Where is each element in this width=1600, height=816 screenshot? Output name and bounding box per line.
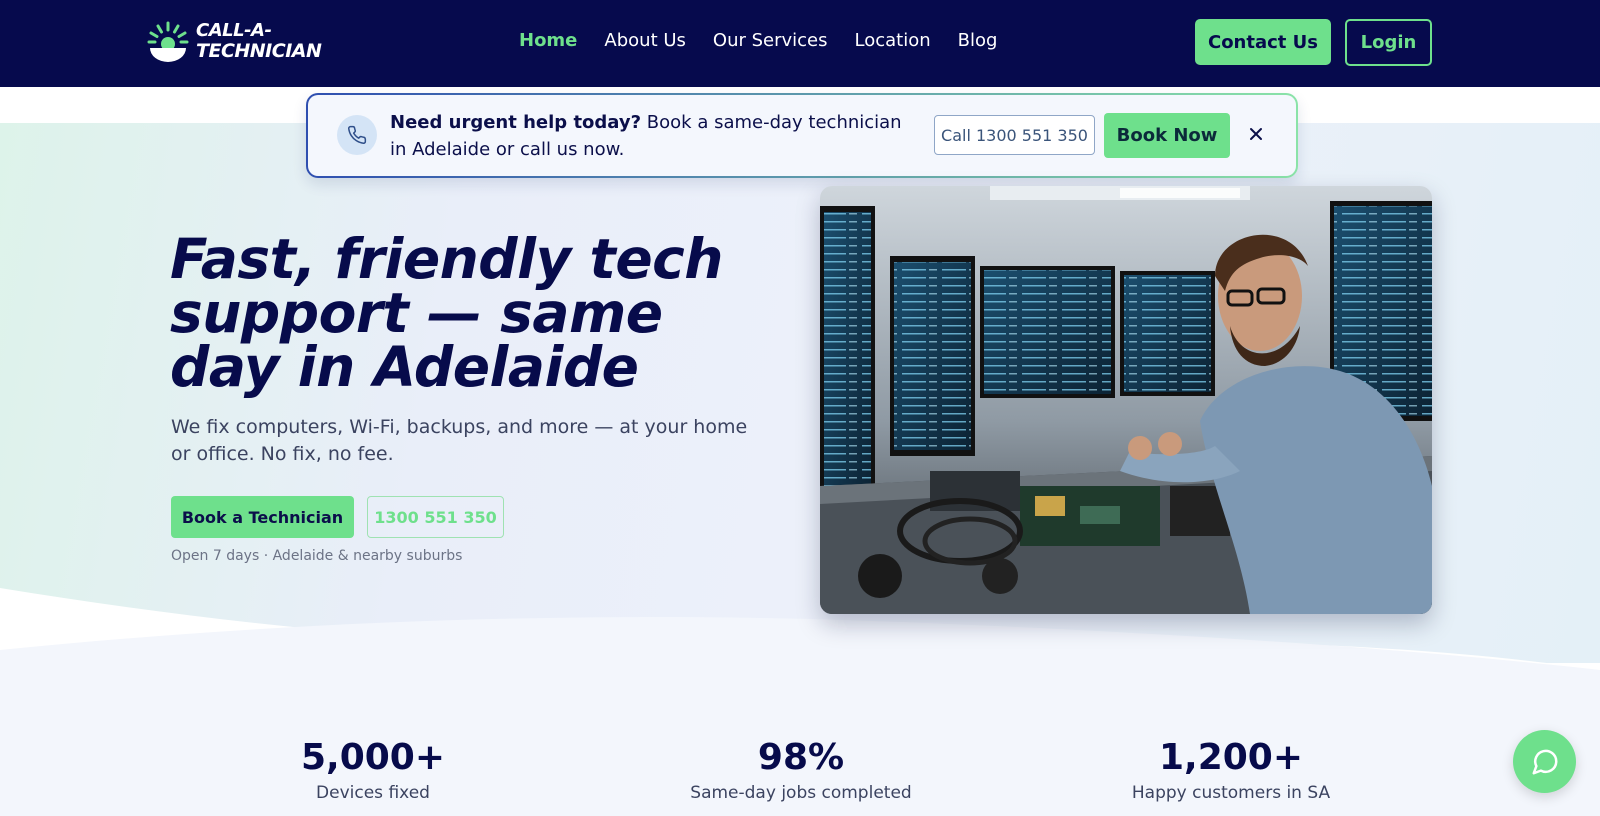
stat-same-day-jobs: 98% Same-day jobs completed	[651, 737, 951, 803]
logo-line-2: TECHNICIAN	[196, 40, 322, 62]
banner-book-now-button[interactable]: Book Now	[1104, 113, 1230, 158]
banner-heading: Need urgent help today?	[390, 112, 642, 133]
contact-us-button[interactable]: Contact Us	[1195, 19, 1331, 65]
stat-value: 1,200+	[1158, 737, 1304, 778]
logo-wordmark: CALL-A- TECHNICIAN	[196, 20, 322, 62]
phone-icon	[337, 115, 377, 155]
hero-title: Fast, friendly tech support — same day i…	[170, 227, 723, 399]
stat-value: 98%	[757, 737, 845, 778]
login-button[interactable]: Login	[1345, 19, 1432, 66]
banner-call-button[interactable]: Call 1300 551 350	[934, 115, 1095, 155]
nav-link-blog[interactable]: Blog	[958, 30, 998, 51]
top-navbar: CALL-A- TECHNICIAN Home About Us Our Ser…	[0, 0, 1600, 87]
logo-line-1: CALL-A-	[196, 20, 272, 41]
stat-label: Devices fixed	[316, 783, 430, 803]
nav-link-services[interactable]: Our Services	[713, 30, 828, 51]
book-technician-button[interactable]: Book a Technician	[171, 496, 354, 538]
urgent-help-banner: Need urgent help today? Book a same-day …	[306, 93, 1298, 178]
stat-happy-customers: 1,200+ Happy customers in SA	[1081, 737, 1381, 803]
stat-value: 5,000+	[300, 737, 446, 778]
nav-link-home[interactable]: Home	[519, 30, 577, 51]
hero-availability-note: Open 7 days · Adelaide & nearby suburbs	[171, 548, 463, 564]
chat-bubble-icon[interactable]	[1513, 730, 1576, 793]
logo-icon	[147, 21, 189, 62]
stat-label: Happy customers in SA	[1131, 783, 1331, 803]
banner-body: Need urgent help today? Book a same-day …	[308, 95, 1296, 176]
banner-message: Need urgent help today? Book a same-day …	[390, 109, 910, 163]
nav-link-location[interactable]: Location	[855, 30, 931, 51]
hero-technician-photo	[820, 186, 1432, 614]
stat-label: Same-day jobs completed	[690, 783, 912, 803]
nav-link-about[interactable]: About Us	[604, 30, 686, 51]
hero-subtitle: We fix computers, Wi-Fi, backups, and mo…	[171, 416, 748, 465]
brand-logo[interactable]: CALL-A- TECHNICIAN	[146, 19, 322, 63]
main-nav: Home About Us Our Services Location Blog	[519, 30, 1024, 51]
stat-devices-fixed: 5,000+ Devices fixed	[223, 737, 523, 803]
close-icon[interactable]	[1245, 123, 1267, 145]
call-phone-button[interactable]: 1300 551 350	[367, 496, 504, 538]
